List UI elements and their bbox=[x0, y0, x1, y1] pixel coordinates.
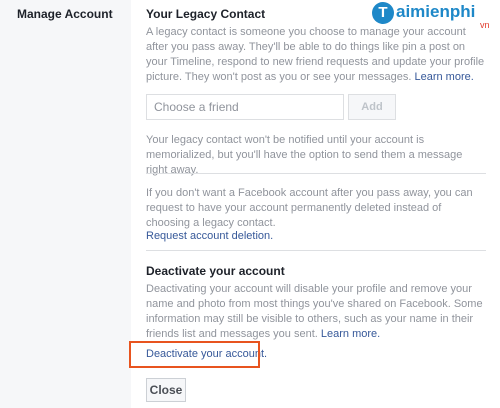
add-legacy-contact-button[interactable]: Add bbox=[348, 94, 396, 120]
choose-friend-input[interactable] bbox=[146, 94, 344, 120]
deactivate-description-text: Deactivating your account will disable y… bbox=[146, 283, 483, 340]
watermark-initial: T bbox=[372, 2, 394, 24]
settings-sidebar: Manage Account bbox=[0, 0, 131, 408]
watermark-text: aimienphi bbox=[396, 2, 476, 21]
request-deletion-container: Request account deletion. bbox=[146, 229, 486, 244]
request-account-deletion-link[interactable]: Request account deletion. bbox=[146, 230, 273, 242]
legacy-contact-note: Your legacy contact won't be notified un… bbox=[146, 134, 463, 176]
highlight-annotation bbox=[129, 341, 260, 368]
section-divider bbox=[146, 173, 486, 174]
legacy-contact-description: A legacy contact is someone you choose t… bbox=[146, 25, 486, 85]
legacy-contact-heading: Your Legacy Contact bbox=[146, 7, 266, 21]
deactivate-learn-more-link[interactable]: Learn more. bbox=[321, 328, 380, 340]
close-button[interactable]: Close bbox=[146, 378, 186, 402]
watermark-suffix: vn bbox=[480, 20, 490, 30]
legacy-learn-more-link[interactable]: Learn more. bbox=[414, 71, 473, 83]
section-title: Manage Account bbox=[17, 7, 113, 21]
watermark-logo: T aimienphi vn bbox=[372, 2, 498, 32]
deactivate-description: Deactivating your account will disable y… bbox=[146, 282, 486, 342]
section-divider bbox=[146, 250, 486, 251]
account-deletion-text: If you don't want a Facebook account aft… bbox=[146, 187, 473, 229]
deactivate-heading: Deactivate your account bbox=[146, 264, 285, 278]
